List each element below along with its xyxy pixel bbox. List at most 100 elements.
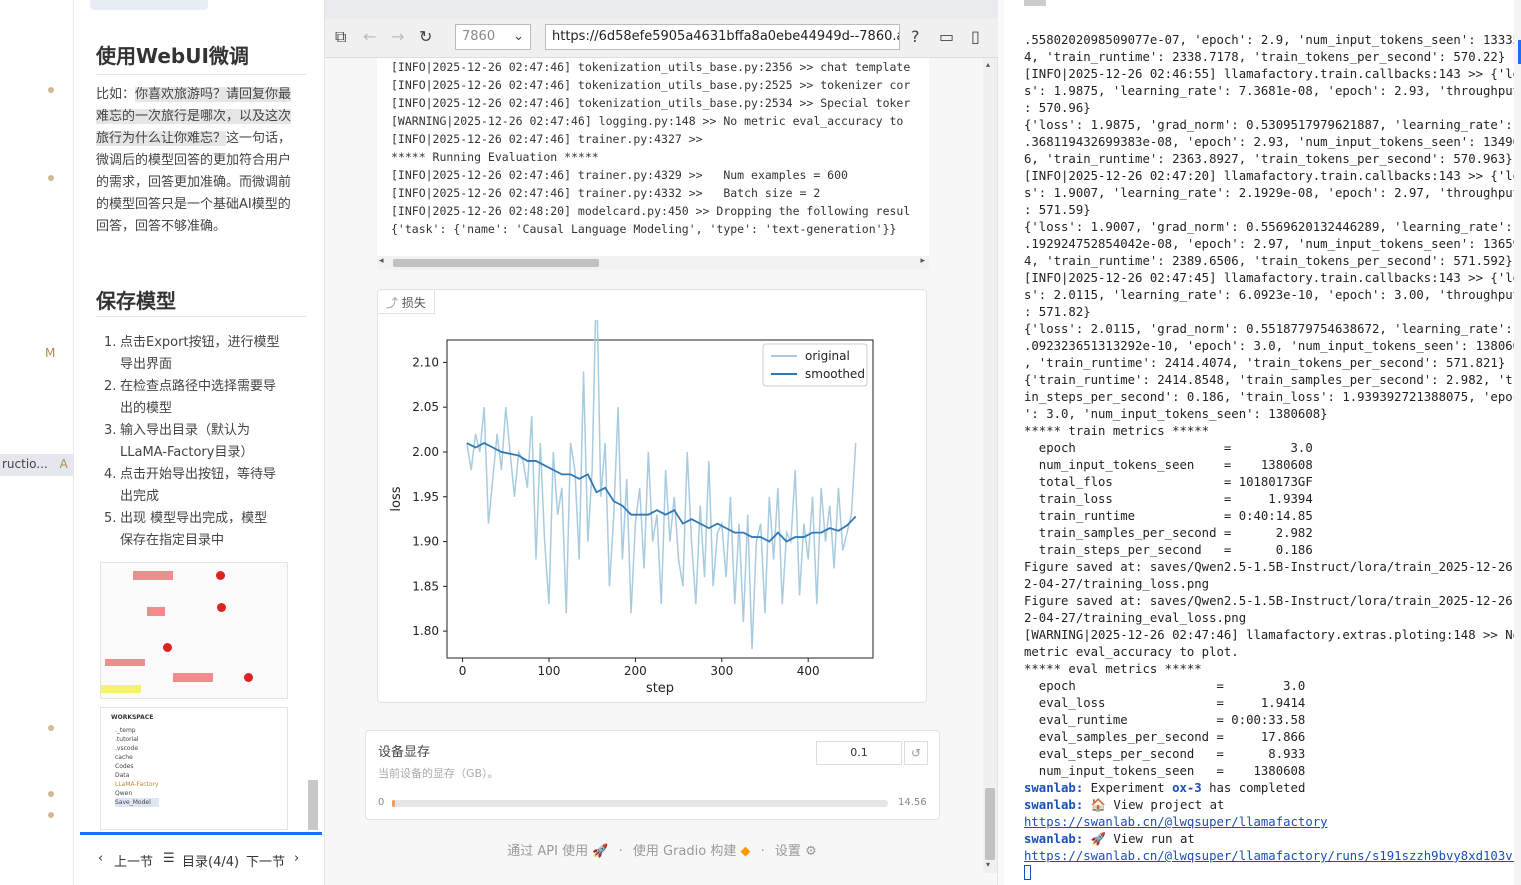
marker-dot — [48, 87, 54, 93]
gradio-logo-icon: ◆ — [740, 844, 751, 859]
memory-value-input[interactable]: 0.1 — [816, 741, 902, 765]
terminal-line: , 'train_runtime': 2414.4074, 'train_tok… — [1024, 356, 1506, 370]
tutorial-doc-panel: 使用WebUI微调 比如：你喜欢旅游吗？请回复你最难忘的一次旅行是哪次，以及这次… — [80, 0, 322, 885]
terminal-tab[interactable] — [1024, 0, 1046, 6]
terminal-line: ': 3.0, 'num_input_tokens_seen': 1380608… — [1024, 407, 1328, 421]
x-tick-label: 100 — [538, 664, 561, 678]
terminal-line: {'loss': 1.9875, 'grad_norm': 0.53095179… — [1024, 118, 1514, 132]
divider — [96, 316, 306, 317]
run-link[interactable]: https://swanlab.cn/@lwqsuper/llamafactor… — [1024, 849, 1514, 863]
file-item-label: ructio... — [2, 457, 48, 471]
log-line: [INFO|2025-12-26 02:48:20] modelcard.py:… — [391, 204, 911, 218]
back-arrow-icon[interactable]: ← — [363, 27, 376, 46]
settings-link[interactable]: 设置 — [775, 844, 801, 859]
terminal-line: s': 2.0115, 'learning_rate': 6.0923e-10,… — [1024, 288, 1514, 302]
swanlab-tag: swanlab: — [1024, 832, 1084, 846]
swanlab-line: swanlab: 🚀 View run at — [1024, 831, 1506, 848]
chevron-down-icon: ⌄ — [513, 29, 524, 44]
api-link[interactable]: 通过 API 使用 — [507, 844, 588, 859]
memory-slider[interactable] — [392, 800, 888, 807]
log-line: [INFO|2025-12-26 02:47:46] trainer.py:43… — [391, 186, 821, 200]
terminal-line: 2-04-27/training_eval_loss.png — [1024, 611, 1247, 625]
terminal-line: [INFO|2025-12-26 02:47:45] llamafactory.… — [1024, 271, 1514, 285]
browser-toolbar: ⧉ ← → ↻ 7860 ⌄ https://6d58efe5905a4631bf… — [325, 18, 999, 58]
list-item: 5. 出现 模型导出完成，模型保存在指定目录中 — [104, 511, 268, 548]
port-select[interactable]: 7860 ⌄ — [455, 24, 531, 50]
terminal-line: s': 1.9007, 'learning_rate': 2.1929e-08,… — [1024, 186, 1514, 200]
doc-footer-nav: ‹ 上一节 ☰ 目录(4/4) 下一节 › — [80, 832, 322, 885]
terminal-line: {'loss': 2.0115, 'grad_norm': 0.55187797… — [1024, 322, 1514, 336]
reset-icon[interactable]: ↺ — [904, 741, 928, 765]
terminal-line: 6, 'train_runtime': 2363.8927, 'train_to… — [1024, 152, 1513, 166]
export-screenshot-thumbnail[interactable] — [100, 562, 288, 699]
list-icon: ☰ — [163, 851, 175, 866]
save-steps-list: 1. 点击Export按钮，进行模型导出界面 2. 在检查点路径中选择需要导出的模型… — [104, 332, 280, 552]
x-tick-label: 0 — [459, 664, 467, 678]
para-rest: 这一句话，微调后的模型回答的更加符合用户的需求，回答更加准确。而微调前的模型回答… — [96, 131, 292, 234]
terminal-line: Figure saved at: saves/Qwen2.5-1.5B-Inst… — [1024, 560, 1514, 574]
log-line: [INFO|2025-12-26 02:47:46] tokenization_… — [391, 60, 911, 74]
help-icon[interactable]: ? — [911, 27, 920, 46]
device-icon[interactable]: ▯ — [971, 27, 980, 46]
terminal-line: [WARNING|2025-12-26 02:47:46] llamafacto… — [1024, 628, 1514, 642]
y-tick-label: 1.90 — [412, 535, 439, 549]
log-horizontal-scrollbar[interactable]: ◂ ▸ — [377, 256, 929, 270]
terminal-line: total_flos = 10180173GF — [1024, 475, 1313, 489]
swanlab-line: https://swanlab.cn/@lwqsuper/llamafactor… — [1024, 814, 1506, 831]
file-item-selected[interactable]: ructio... A — [0, 454, 74, 476]
memory-desc: 当前设备的显存（GB）。 — [378, 767, 499, 780]
file-item-badge: A — [59, 457, 68, 471]
loss-plot-card: ⤴ 损失 0 100 200 300 400 1.80 1.85 1.90 1.95 2.00 2.… — [377, 289, 927, 703]
terminal-line: [INFO|2025-12-26 02:46:55] llamafactory.… — [1024, 67, 1514, 81]
gear-icon[interactable]: ⚙ — [805, 844, 817, 859]
prev-section-link[interactable]: 上一节 — [114, 851, 153, 870]
forward-arrow-icon[interactable]: → — [391, 27, 404, 46]
doc-heading-finetune: 使用WebUI微调 — [96, 44, 249, 68]
doc-tab[interactable] — [90, 0, 208, 10]
reload-icon[interactable]: ↻ — [419, 27, 432, 46]
plot-area — [446, 339, 874, 659]
swanlab-tag: swanlab: — [1024, 798, 1084, 812]
terminal-line: num_input_tokens_seen = 1380608 — [1024, 764, 1306, 778]
terminal-line: eval_steps_per_second = 8.933 — [1024, 747, 1306, 761]
left-activity-strip: M ructio... A — [0, 0, 74, 885]
list-item: 3. 输入导出目录（默认为LLaMA-Factory目录） — [104, 423, 254, 460]
log-line: [WARNING|2025-12-26 02:47:46] logging.py… — [391, 114, 904, 128]
y-tick-label: 1.85 — [412, 579, 439, 593]
webui-browser-pane: ⧉ ← → ↻ 7860 ⌄ https://6d58efe5905a4631bf… — [324, 0, 999, 885]
right-edge-strip — [1514, 0, 1521, 885]
terminal-line: : 571.82} — [1024, 305, 1091, 319]
y-tick-label: 2.10 — [412, 355, 439, 369]
url-input[interactable]: https://6d58efe5905a4631bffa8a0ebe44949d… — [545, 24, 900, 50]
toc-link[interactable]: 目录(4/4) — [182, 851, 239, 870]
log-line: [INFO|2025-12-26 02:47:46] tokenization_… — [391, 96, 911, 110]
log-line: [INFO|2025-12-26 02:47:46] tokenization_… — [391, 78, 911, 92]
memory-title: 设备显存 — [378, 745, 431, 760]
swanlab-line: swanlab: Experiment ox-3 has completed — [1024, 780, 1506, 797]
terminal-line: eval_samples_per_second = 17.866 — [1024, 730, 1306, 744]
x-tick-label: 200 — [624, 664, 647, 678]
log-line: [INFO|2025-12-26 02:47:46] trainer.py:43… — [391, 132, 703, 146]
project-link[interactable]: https://swanlab.cn/@lwqsuper/llamafactor… — [1024, 815, 1328, 829]
terminal-line: {'loss': 1.9007, 'grad_norm': 0.55696201… — [1024, 220, 1514, 234]
x-tick-label: 400 — [797, 664, 820, 678]
workspace-screenshot-thumbnail[interactable]: WORKSPACE ._temp .tutorial .vscode cache Cod… — [100, 707, 288, 830]
chevron-right-icon[interactable]: › — [294, 851, 299, 866]
swan-text: Experiment — [1083, 781, 1173, 795]
terminal-line: train_runtime = 0:40:14.85 — [1024, 509, 1313, 523]
memory-max: 14.56 — [898, 797, 927, 808]
next-section-link[interactable]: 下一节 — [246, 851, 285, 870]
terminal-line: eval_loss = 1.9414 — [1024, 696, 1306, 710]
terminal-panel: .5580202098509077e-07, 'epoch': 2.9, 'nu… — [1004, 0, 1514, 885]
chevron-left-icon[interactable]: ‹ — [98, 851, 103, 866]
y-axis-label: loss — [389, 486, 404, 511]
split-view-icon[interactable]: ▭ — [939, 27, 954, 46]
doc-paragraph: 比如：你喜欢旅游吗？请回复你最难忘的一次旅行是哪次，以及这次旅行为什么让你难忘？… — [96, 84, 296, 238]
terminal-line: s': 1.9875, 'learning_rate': 7.3681e-08,… — [1024, 84, 1514, 98]
open-external-icon[interactable]: ⧉ — [335, 27, 346, 47]
page-vertical-scrollbar[interactable]: ▴ ▾ — [983, 58, 997, 873]
plot-label: ⤴ 损失 — [378, 290, 435, 314]
doc-scrollbar[interactable] — [308, 780, 318, 830]
terminal-line: ***** train metrics ***** — [1024, 424, 1210, 438]
gradio-link[interactable]: 使用 Gradio 构建 — [633, 844, 736, 859]
